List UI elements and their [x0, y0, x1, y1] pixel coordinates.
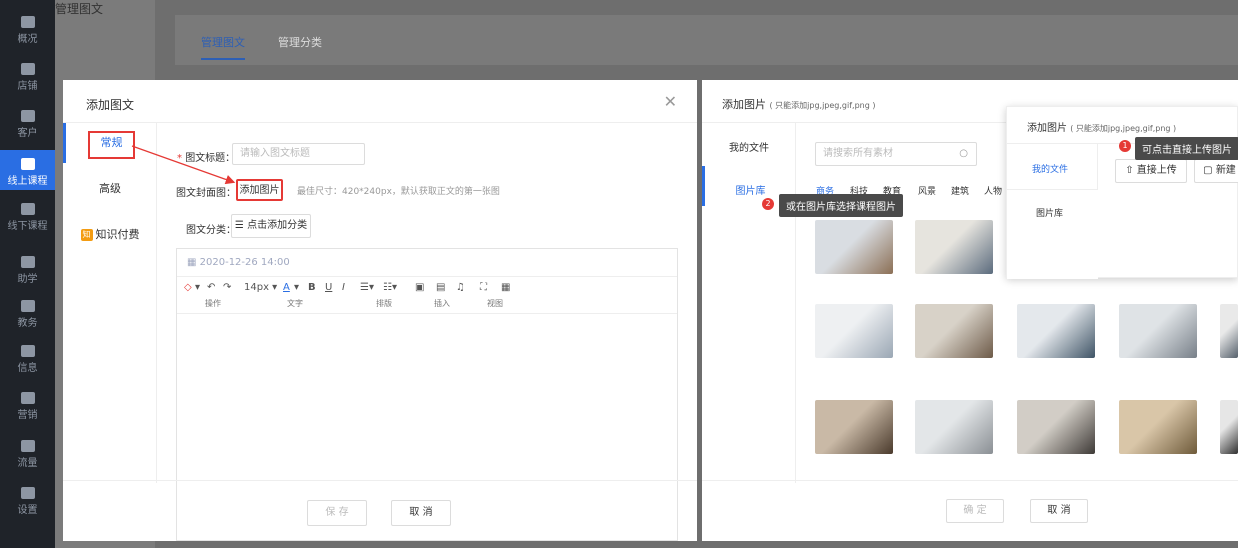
image-modal-title: 添加图片 ( 只能添加jpg,jpeg,gif,png ): [722, 98, 876, 111]
confirm-button[interactable]: 确 定: [946, 499, 1004, 523]
library-image-thumb[interactable]: [1017, 400, 1095, 454]
library-image-thumb[interactable]: [815, 400, 893, 454]
search-icon: ○: [959, 148, 968, 159]
library-image-thumb[interactable]: [915, 400, 993, 454]
library-image-thumb[interactable]: [815, 304, 893, 358]
library-image-thumb[interactable]: [1119, 304, 1197, 358]
library-image-thumb[interactable]: [815, 220, 893, 274]
image-source-tabs: 我的文件 图片库: [702, 123, 796, 483]
library-image-thumb[interactable]: [1017, 304, 1095, 358]
step-badge-1: 1: [1119, 140, 1131, 152]
search-input[interactable]: 请搜索所有素材 ○: [815, 142, 977, 166]
tooltip-direct-upload: 可点击直接上传图片: [1135, 137, 1238, 160]
popup-tab-image-library[interactable]: 图片库: [1036, 206, 1063, 219]
category-scenery[interactable]: 风景: [918, 184, 936, 197]
folder-icon: ▢: [1203, 165, 1216, 176]
category-people[interactable]: 人物: [984, 184, 1002, 197]
library-image-thumb[interactable]: [915, 304, 993, 358]
cancel-image-button[interactable]: 取 消: [1030, 499, 1088, 523]
library-image-thumb[interactable]: [1119, 400, 1197, 454]
image-modal-footer: 确 定 取 消: [702, 480, 1238, 541]
tab-my-files[interactable]: 我的文件: [702, 139, 796, 154]
upload-popup: 添加图片 ( 只能添加jpg,jpeg,gif,png ) 我的文件 图片库 ⇧…: [1006, 106, 1238, 279]
step-badge-2: 2: [762, 198, 774, 210]
popup-title: 添加图片 ( 只能添加jpg,jpeg,gif,png ): [1027, 123, 1177, 134]
popup-tab-my-files[interactable]: 我的文件: [1032, 162, 1068, 175]
library-image-thumb[interactable]: [1220, 304, 1238, 358]
library-image-thumb[interactable]: [915, 220, 993, 274]
new-folder-button[interactable]: ▢ 新建: [1194, 159, 1238, 183]
tooltip-image-library: 或在图片库选择课程图片: [779, 194, 903, 217]
library-image-thumb[interactable]: [1220, 400, 1238, 454]
category-architecture[interactable]: 建筑: [951, 184, 969, 197]
upload-icon: ⇧: [1125, 165, 1137, 176]
direct-upload-button[interactable]: ⇧ 直接上传: [1115, 159, 1187, 183]
